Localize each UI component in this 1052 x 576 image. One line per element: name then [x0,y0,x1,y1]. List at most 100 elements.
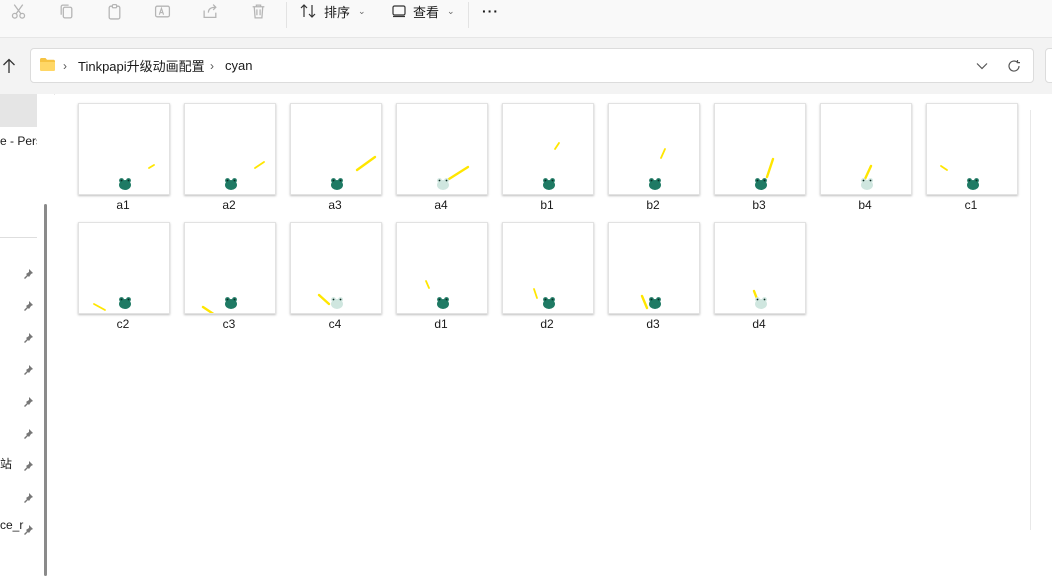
streak-mark [863,164,873,181]
more-icon[interactable]: ··· [482,0,499,22]
breadcrumb-item-parent[interactable]: Tinkpapi升级动画配置 [78,49,205,82]
chevron-down-icon: ⌄ [358,5,366,16]
streak-mark [425,280,430,289]
file-thumbnail[interactable] [396,222,488,314]
streak-mark [254,161,265,169]
frog-sprite [861,178,873,190]
file-thumbnail[interactable] [502,222,594,314]
toolbar-divider [468,2,469,28]
sidebar-item-onedrive[interactable]: e - Pers [0,134,37,148]
streak-mark [148,164,155,169]
chevron-down-icon: ⌄ [447,5,455,16]
streak-mark [93,303,106,311]
file-thumbnail[interactable] [184,103,276,195]
pin-icon[interactable] [22,428,34,440]
file-name: d4 [752,317,766,331]
content-scrollbar[interactable] [1030,110,1031,530]
frog-sprite [331,297,343,309]
file-name: d3 [646,317,660,331]
file-name: d1 [434,317,448,331]
pin-icon[interactable] [22,396,34,408]
file-name: b1 [540,198,554,212]
sort-label: 排序 [324,4,351,20]
streak-mark [940,165,948,171]
up-arrow-icon[interactable] [0,56,18,76]
file-thumbnail[interactable] [608,103,700,195]
file-name: c2 [116,317,130,331]
streak-mark [317,293,331,306]
sort-icon [300,4,316,18]
search-box[interactable] [1045,48,1052,83]
file-thumbnail[interactable] [290,222,382,314]
pin-icon[interactable] [22,492,34,504]
toolbar-divider [286,2,287,28]
frog-sprite [119,297,131,309]
frog-sprite [543,178,555,190]
breadcrumb-separator: › [63,58,67,73]
frog-sprite [119,178,131,190]
delete-icon[interactable] [246,0,270,22]
view-label: 查看 [413,4,440,20]
sort-button[interactable]: 排序 ⌄ [300,0,366,22]
pin-icon[interactable] [22,300,34,312]
copy-icon[interactable] [54,0,78,22]
frog-sprite [755,178,767,190]
file-thumbnail[interactable] [608,222,700,314]
frog-sprite [755,297,767,309]
frog-sprite [967,178,979,190]
frog-sprite [437,297,449,309]
pin-icon[interactable] [22,268,34,280]
refresh-icon[interactable] [1007,49,1021,82]
file-thumbnail[interactable] [926,103,1018,195]
streak-mark [447,165,470,181]
frog-sprite [543,297,555,309]
folder-icon [39,57,56,75]
streak-mark [660,148,666,159]
streak-mark [554,142,560,150]
pin-icon[interactable] [22,332,34,344]
more-label: ··· [482,3,499,19]
file-thumbnail[interactable] [290,103,382,195]
file-thumbnail[interactable] [396,103,488,195]
file-name: b3 [752,198,766,212]
frog-sprite [225,297,237,309]
file-thumbnail[interactable] [714,222,806,314]
file-thumbnail[interactable] [820,103,912,195]
file-name: b2 [646,198,660,212]
pin-icon[interactable] [22,364,34,376]
command-bar: 排序 ⌄ 查看 ⌄ ··· [0,0,1052,37]
streak-mark [533,288,538,299]
frog-sprite [649,297,661,309]
paste-icon[interactable] [102,0,126,22]
sidebar-item-selected[interactable] [0,94,37,127]
cut-icon[interactable] [6,0,30,22]
file-name: d2 [540,317,554,331]
file-thumbnail[interactable] [502,103,594,195]
file-name: a4 [434,198,448,212]
file-view: a1 a2 a3 a4 b1 b2 b3 b4 c1 c2 c3 c4 d1 d2 d3 d4 [55,94,1052,535]
view-icon [392,5,406,18]
sidebar-scrollbar[interactable] [44,204,47,576]
address-bar[interactable]: › Tinkpapi升级动画配置 › cyan [30,48,1034,83]
view-button[interactable]: 查看 ⌄ [391,0,455,22]
chevron-down-icon[interactable] [976,49,988,82]
streak-mark [765,157,775,179]
rename-icon[interactable] [150,0,174,22]
file-name: c4 [328,317,342,331]
frog-sprite [437,178,449,190]
file-name: c3 [222,317,236,331]
sidebar-divider [0,237,37,238]
pin-icon[interactable] [22,524,34,536]
file-name: c1 [964,198,978,212]
address-row: › Tinkpapi升级动画配置 › cyan [0,37,1052,95]
file-thumbnail[interactable] [714,103,806,195]
file-thumbnail[interactable] [78,103,170,195]
pin-icon[interactable] [22,460,34,472]
breadcrumb-item-current[interactable]: cyan [225,49,252,82]
streak-mark [640,294,649,310]
share-icon[interactable] [198,0,222,22]
navigation-pane: e - Pers 站 ce_r [0,94,54,576]
frog-sprite [649,178,661,190]
file-thumbnail[interactable] [78,222,170,314]
file-thumbnail[interactable] [184,222,276,314]
